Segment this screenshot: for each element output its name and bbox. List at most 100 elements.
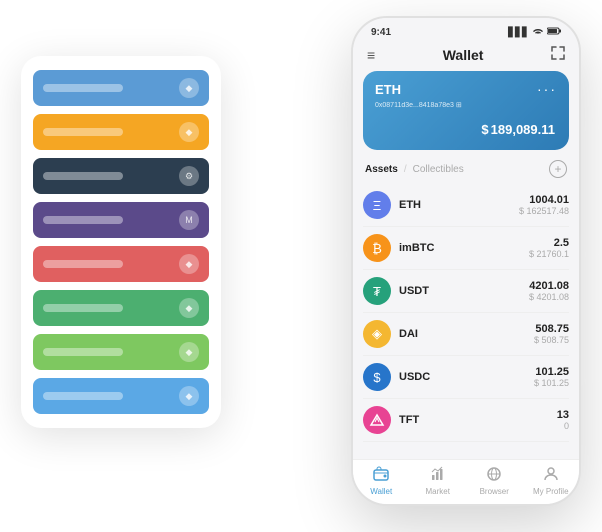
dai-amount: 508.75 [534,323,569,335]
asset-item-tft[interactable]: TFT 13 0 [363,399,569,442]
nav-profile-label: My Profile [533,487,569,496]
usdt-values: 4201.08 $ 4201.08 [529,280,569,302]
wallet-card-menu[interactable]: ··· [537,81,557,97]
eth-icon: Ξ [363,191,391,219]
strip-icon-6: ◆ [179,298,199,318]
card-strip-4[interactable]: M [33,202,209,238]
phone-content: ETH ··· 0x08711d3e...8418a78e3 ⊞ $189,08… [353,71,579,504]
eth-values: 1004.01 $ 162517.48 [519,194,569,216]
dai-name: DAI [399,328,534,340]
tft-amount: 13 [557,409,569,421]
nav-market-label: Market [426,487,450,496]
header-title: Wallet [443,47,484,63]
status-time: 9:41 [371,27,391,38]
expand-icon[interactable] [551,46,565,63]
wallet-card-top: ETH ··· [375,81,557,97]
tab-divider: / [404,164,407,175]
nav-market[interactable]: Market [410,466,467,496]
wallet-card[interactable]: ETH ··· 0x08711d3e...8418a78e3 ⊞ $189,08… [363,71,569,150]
usdc-values: 101.25 $ 101.25 [534,366,569,388]
wallet-nav-icon [373,466,389,485]
strip-icon-4: M [179,210,199,230]
card-strip-5[interactable]: ◆ [33,246,209,282]
wallet-coin-label: ETH [375,82,401,97]
browser-nav-icon [486,466,502,485]
strip-icon-8: ◆ [179,386,199,406]
status-bar: 9:41 ▋▋▋ [353,18,579,42]
strip-text-7 [43,348,123,356]
dai-values: 508.75 $ 508.75 [534,323,569,345]
asset-item-eth[interactable]: Ξ ETH 1004.01 $ 162517.48 [363,184,569,227]
imbtc-name: imBTC [399,242,529,254]
nav-browser[interactable]: Browser [466,466,523,496]
wallet-balance: $189,089.11 [375,117,557,140]
card-strip-3[interactable]: ⚙ [33,158,209,194]
nav-wallet[interactable]: Wallet [353,466,410,496]
signal-icon: ▋▋▋ [508,27,529,38]
card-strip-8[interactable]: ◆ [33,378,209,414]
menu-icon[interactable]: ≡ [367,47,375,63]
asset-item-usdc[interactable]: $ USDC 101.25 $ 101.25 [363,356,569,399]
imbtc-amount: 2.5 [529,237,569,249]
profile-nav-icon [543,466,559,485]
card-strip-7[interactable]: ◆ [33,334,209,370]
add-icon: + [554,162,561,176]
add-asset-button[interactable]: + [549,160,567,178]
usdc-amount: 101.25 [534,366,569,378]
status-icons: ▋▋▋ [508,26,561,38]
main-scene: ◆ ◆ ⚙ M ◆ ◆ ◆ ◆ [21,16,581,516]
phone-header: ≡ Wallet [353,42,579,71]
tft-icon [363,406,391,434]
eth-amount: 1004.01 [519,194,569,206]
dai-icon: ◈ [363,320,391,348]
wifi-icon [532,26,544,38]
assets-tabs: Assets / Collectibles [365,164,464,175]
usdc-name: USDC [399,371,534,383]
asset-item-imbtc[interactable]: ₿ imBTC 2.5 $ 21760.1 [363,227,569,270]
currency-symbol: $ [481,122,488,137]
strip-icon-3: ⚙ [179,166,199,186]
tab-assets[interactable]: Assets [365,164,398,175]
strip-text-1 [43,84,123,92]
strip-text-2 [43,128,123,136]
bottom-nav: Wallet Market Browser [353,459,579,504]
card-strip-2[interactable]: ◆ [33,114,209,150]
nav-wallet-label: Wallet [370,487,392,496]
imbtc-icon: ₿ [363,234,391,262]
dai-usd: $ 508.75 [534,335,569,345]
usdt-usd: $ 4201.08 [529,292,569,302]
battery-icon [547,27,561,37]
strip-text-5 [43,260,123,268]
assets-header: Assets / Collectibles + [353,160,579,184]
nav-browser-label: Browser [480,487,509,496]
nav-profile[interactable]: My Profile [523,466,580,496]
market-nav-icon [430,466,446,485]
card-strip-1[interactable]: ◆ [33,70,209,106]
wallet-address: 0x08711d3e...8418a78e3 ⊞ [375,101,557,109]
eth-name: ETH [399,199,519,211]
asset-item-usdt[interactable]: ₮ USDT 4201.08 $ 4201.08 [363,270,569,313]
strip-text-6 [43,304,123,312]
usdt-amount: 4201.08 [529,280,569,292]
balance-value: 189,089.11 [491,122,555,137]
asset-item-dai[interactable]: ◈ DAI 508.75 $ 508.75 [363,313,569,356]
usdc-icon: $ [363,363,391,391]
card-strip-6[interactable]: ◆ [33,290,209,326]
imbtc-usd: $ 21760.1 [529,249,569,259]
usdc-usd: $ 101.25 [534,378,569,388]
tab-collectibles[interactable]: Collectibles [413,164,464,175]
imbtc-values: 2.5 $ 21760.1 [529,237,569,259]
asset-list: Ξ ETH 1004.01 $ 162517.48 ₿ imBTC 2.5 $ … [353,184,579,459]
tft-name: TFT [399,414,557,426]
tft-usd: 0 [557,421,569,431]
strip-text-4 [43,216,123,224]
phone-mockup: 9:41 ▋▋▋ ≡ Wallet ETH [351,16,581,506]
strip-text-8 [43,392,123,400]
strip-icon-7: ◆ [179,342,199,362]
strip-icon-5: ◆ [179,254,199,274]
tft-values: 13 0 [557,409,569,431]
strip-icon-2: ◆ [179,122,199,142]
usdt-icon: ₮ [363,277,391,305]
usdt-name: USDT [399,285,529,297]
strip-text-3 [43,172,123,180]
